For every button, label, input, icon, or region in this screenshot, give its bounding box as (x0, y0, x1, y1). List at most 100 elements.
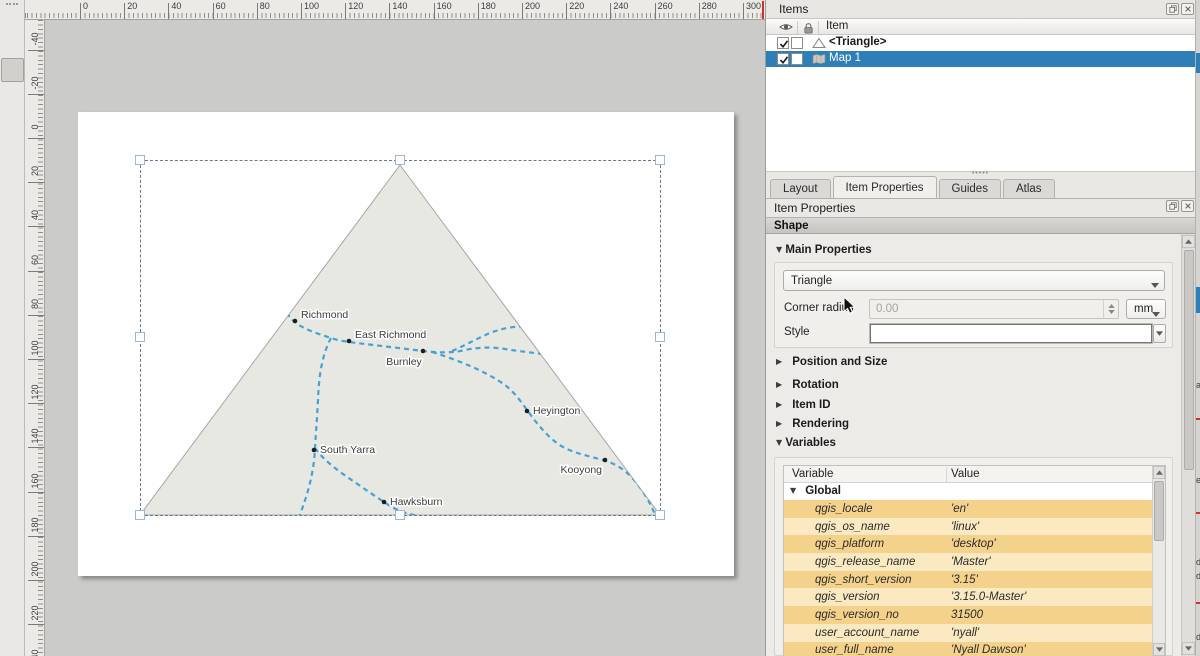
selection-handle[interactable] (655, 510, 665, 520)
shape-type-combobox[interactable]: Triangle (783, 270, 1165, 291)
variable-row[interactable]: qgis_version '3.15.0-Master' (784, 588, 1165, 606)
global-variables-group-row[interactable]: ▼ Global (784, 483, 1165, 500)
variable-row[interactable]: qgis_short_version '3.15' (784, 571, 1165, 589)
variables-table-scrollbar[interactable] (1152, 466, 1165, 656)
add-scalebar-tool[interactable] (1, 258, 24, 282)
style-button[interactable] (870, 324, 1166, 343)
add-map-tool[interactable] (1, 133, 24, 157)
visibility-checkbox[interactable] (777, 53, 789, 65)
add-attribute-table-tool[interactable] (1, 433, 24, 457)
layout-toolbox (0, 0, 25, 656)
scroll-up-button[interactable] (1153, 466, 1165, 479)
add-fixed-table-tool[interactable] (1, 458, 24, 482)
map-item-selection[interactable] (140, 160, 661, 516)
spin-buttons[interactable] (1103, 300, 1118, 318)
add-picture-tool[interactable] (1, 183, 24, 207)
corner-radius-spinbox[interactable]: 0.00 (869, 299, 1119, 319)
variable-row[interactable]: qgis_release_name 'Master' (784, 553, 1165, 571)
add-3d-map-tool[interactable] (1, 158, 24, 182)
Rotation[interactable]: ▼ ▶ Rotation (776, 379, 839, 391)
scroll-down-button[interactable] (1153, 643, 1165, 656)
chevron-down-icon (1151, 279, 1159, 284)
clipped-text-fragment: ay (1196, 380, 1200, 390)
horizontal-ruler: 0 20 40 60 80 100 120 140 160 180 200 22… (25, 0, 765, 20)
item-type-icon (812, 53, 826, 65)
undock-panel-button[interactable] (1166, 200, 1179, 212)
pan-tool[interactable] (1, 8, 24, 32)
clipped-text-fragment: d (1196, 557, 1200, 567)
selection-handle[interactable] (395, 510, 405, 520)
add-label-tool[interactable] (1, 208, 24, 232)
selection-handle[interactable] (135, 155, 145, 165)
Item Properties[interactable]: Item Properties (833, 176, 937, 198)
variable-row[interactable]: user_full_name 'Nyall Dawson' (784, 642, 1165, 656)
add-north-arrow-tool[interactable] (1, 283, 24, 307)
items-panel-header: Items (766, 0, 1195, 18)
item-type-icon (812, 37, 826, 49)
zoom-tool[interactable] (1, 33, 24, 57)
variable-name: qgis_version_no (784, 609, 951, 621)
Variables[interactable]: ▼ ▶ Variables (776, 437, 836, 449)
variable-value: '3.15' (951, 574, 978, 586)
close-panel-button[interactable] (1181, 200, 1194, 212)
item-row[interactable]: <Triangle> (766, 35, 1195, 51)
close-panel-button[interactable] (1181, 3, 1194, 15)
selection-handle[interactable] (135, 332, 145, 342)
lock-checkbox[interactable] (791, 53, 803, 65)
undock-panel-button[interactable] (1166, 3, 1179, 15)
variable-name: qgis_os_name (784, 521, 951, 533)
add-marker-tool[interactable] (1, 333, 24, 357)
Guides[interactable]: Guides (939, 179, 1001, 198)
items-list: <Triangle> Map 1 (766, 35, 1195, 172)
selection-handle[interactable] (135, 510, 145, 520)
selection-handle[interactable] (655, 332, 665, 342)
layout-canvas[interactable]: RichmondEast RichmondBurnleyHeyingtonSou… (0, 0, 765, 656)
variable-value: 'en' (951, 503, 968, 515)
selection-handle[interactable] (655, 155, 665, 165)
unit-combobox[interactable]: mm (1126, 299, 1166, 319)
variable-value: 'Nyall Dawson' (951, 644, 1026, 656)
add-html-tool[interactable] (1, 408, 24, 432)
add-arrow-tool[interactable] (1, 358, 24, 382)
add-node-item-tool[interactable] (1, 383, 24, 407)
variable-value: 'desktop' (951, 538, 996, 550)
visibility-checkbox[interactable] (777, 37, 789, 49)
clipped-window-edge: ayedddd (1195, 0, 1200, 656)
scroll-up-button[interactable] (1182, 235, 1195, 248)
scroll-down-button[interactable] (1182, 642, 1195, 655)
item-properties-scrollbar[interactable] (1181, 234, 1195, 656)
style-dropdown-button[interactable] (1153, 324, 1166, 343)
item-label: <Triangle> (829, 36, 887, 48)
clipped-text-fragment: ed (1196, 475, 1200, 485)
toolbar-grip[interactable] (6, 3, 18, 6)
Item ID[interactable]: ▼ ▶ Item ID (776, 399, 831, 411)
vertical-ruler: -40 -20 0 20 40 60 80 100 120 140 160 18… (25, 20, 45, 656)
edit-nodes-item-tool[interactable] (1, 108, 24, 132)
chevron-down-icon: ▼ (776, 245, 782, 254)
visibility-eye-icon (779, 22, 793, 32)
chevron-down-icon (1152, 308, 1160, 313)
ruler-position-indicator (762, 1, 764, 19)
variable-column-header: Variable (792, 468, 833, 480)
Rendering[interactable]: ▼ ▶ Rendering (776, 418, 849, 430)
scrollbar-thumb[interactable] (1154, 481, 1164, 541)
selection-handle[interactable] (395, 155, 405, 165)
add-legend-tool[interactable] (1, 233, 24, 257)
move-item-content-tool[interactable] (1, 83, 24, 107)
item-row[interactable]: Map 1 (766, 51, 1195, 67)
variable-row[interactable]: qgis_platform 'desktop' (784, 535, 1165, 553)
Atlas[interactable]: Atlas (1003, 179, 1055, 198)
variable-name: user_account_name (784, 627, 951, 639)
lock-checkbox[interactable] (791, 37, 803, 49)
select-move-item-tool[interactable] (1, 58, 24, 82)
variable-row[interactable]: user_account_name 'nyall' (784, 624, 1165, 642)
main-properties-section-header[interactable]: ▼ ▶ Main Properties (776, 244, 872, 256)
variable-row[interactable]: qgis_locale 'en' (784, 500, 1165, 518)
Layout[interactable]: Layout (770, 179, 831, 198)
variable-row[interactable]: qgis_version_no 31500 (784, 606, 1165, 624)
scrollbar-thumb[interactable] (1184, 250, 1194, 470)
Position and Size[interactable]: ▼ ▶ Position and Size (776, 356, 887, 368)
variable-row[interactable]: qgis_os_name 'linux' (784, 518, 1165, 536)
variable-value: 'nyall' (951, 627, 979, 639)
add-shape-tool[interactable] (1, 308, 24, 332)
